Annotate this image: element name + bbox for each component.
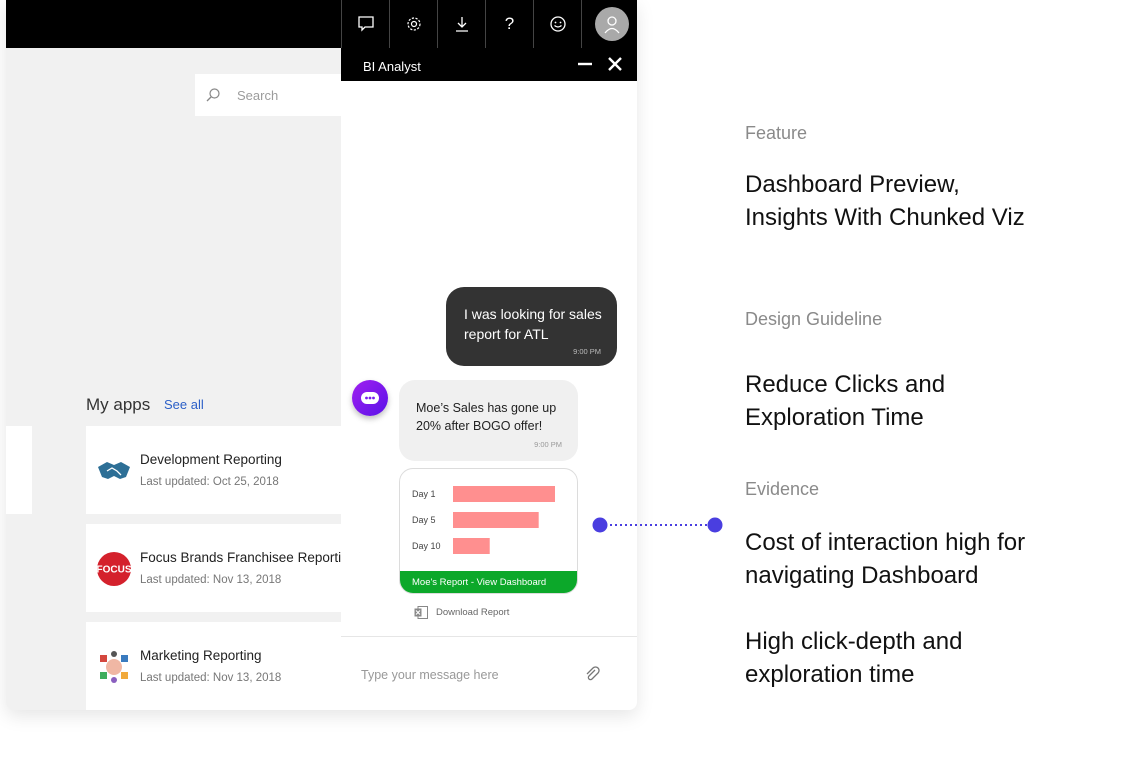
app-card-title: Marketing Reporting [140,648,262,663]
minimize-icon[interactable] [577,56,593,72]
bot-message-text: Moe’s Sales has gone up 20% after BOGO o… [416,401,557,433]
app-card-updated: Last updated: Nov 13, 2018 [140,672,282,684]
bar-label: Day 5 [412,515,436,525]
heading-line: High click-depth and [745,628,963,655]
bot-message-bubble: Moe’s Sales has gone up 20% after BOGO o… [399,380,578,461]
bar [453,512,539,528]
bot-avatar-icon [352,380,388,416]
chat-icon [357,16,374,32]
app-card-partial[interactable] [6,426,32,514]
connector-line [592,517,723,533]
app-card-development[interactable]: Development Reporting Last updated: Oct … [86,426,356,514]
divider [341,636,637,637]
download-icon [455,17,468,32]
bar [453,486,555,502]
download-report-link[interactable]: Download Report [414,606,509,619]
close-icon[interactable] [607,56,623,72]
download-button[interactable] [437,0,485,48]
marketing-logo [100,651,128,683]
chat-panel: BI Analyst I was looking for sales repor… [341,48,637,710]
bar-label: Day 10 [412,541,441,551]
message-input[interactable]: Type your message here [361,668,499,682]
heading-line: exploration time [745,661,915,688]
app-card-title: Focus Brands Franchisee Reporting [140,550,357,565]
app-card-updated: Last updated: Oct 25, 2018 [140,476,279,488]
bar [453,538,490,554]
evidence-heading-2: High click-depth and exploration time [745,625,1105,691]
download-report-label: Download Report [436,607,510,618]
guideline-label: Design Guideline [745,309,883,329]
excel-icon [414,606,428,619]
feedback-button[interactable] [533,0,581,48]
smiley-icon [549,16,566,32]
top-bar: ? [6,0,637,48]
heading-line: navigating Dashboard [745,562,979,589]
paperclip-icon[interactable] [584,665,600,683]
heading-line: Cost of interaction high for [745,529,1026,556]
chat-title: BI Analyst [363,59,421,74]
help-button[interactable]: ? [485,0,533,48]
focus-logo: FOCUS [97,552,132,586]
focus-logo-text: FOCUS [97,565,132,576]
search-input[interactable]: Search [195,74,355,116]
app-card-title: Development Reporting [140,452,282,467]
user-message-time: 9:00 PM [573,347,601,356]
heading-line: Reduce Clicks and [745,371,946,398]
bar-chart: Day 1 Day 5 Day 10 [412,486,555,554]
search-placeholder: Search [237,87,279,103]
evidence-label: Evidence [745,479,820,499]
avatar-icon[interactable] [595,7,629,41]
chunked-viz-card[interactable]: Day 1 Day 5 Day 10 Moe's Report - View Das… [399,468,578,594]
heading-line: Insights With Chunked Viz [745,204,1025,231]
settings-button[interactable] [389,0,437,48]
feature-label: Feature [745,123,808,143]
app-window: ? Search My apps See all Development Rep… [6,0,637,710]
user-message-bubble: I was looking for sales report for ATL 9… [446,287,617,366]
evidence-heading-1: Cost of interaction high for navigating … [745,526,1105,592]
search-icon [206,88,220,102]
my-apps-title: My apps [86,395,151,414]
bar-label: Day 1 [412,489,436,499]
guideline-heading: Reduce Clicks and Exploration Time [745,368,1105,434]
bot-message-time: 9:00 PM [534,440,562,449]
app-card-updated: Last updated: Nov 13, 2018 [140,574,282,586]
heading-line: Dashboard Preview, [745,171,960,198]
help-icon: ? [504,14,515,33]
feature-heading: Dashboard Preview, Insights With Chunked… [745,168,1105,234]
app-card-marketing[interactable]: Marketing Reporting Last updated: Nov 13… [86,622,356,710]
view-dashboard-link[interactable]: Moe's Report - View Dashboard [400,571,577,593]
chat-header: BI Analyst [341,48,637,81]
see-all-link[interactable]: See all [164,397,204,412]
app-card-focus-brands[interactable]: FOCUS Focus Brands Franchisee Reporting … [86,524,356,612]
gear-icon [406,17,421,31]
chat-icon-button[interactable] [341,0,389,48]
user-message-text: I was looking for sales report for ATL [464,306,602,342]
heading-line: Exploration Time [745,404,924,431]
handshake-logo [98,462,130,479]
